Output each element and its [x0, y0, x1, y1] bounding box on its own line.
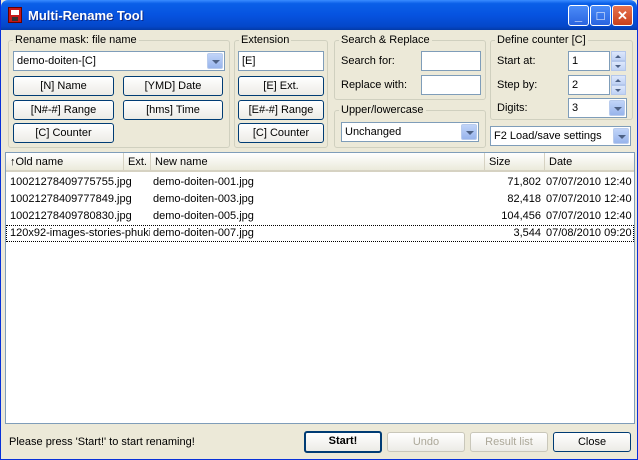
step-by-label: Step by: [497, 79, 538, 91]
date-cell: 07/08/2010 09:20 [546, 227, 632, 239]
search-for-label: Search for: [341, 55, 395, 67]
date-cell: 07/07/2010 12:40 [546, 193, 632, 205]
table-row[interactable]: 10021278409780830.jpg demo-doiten-005.jp… [6, 208, 634, 225]
digits-selected-value: 3 [572, 102, 579, 114]
close-button[interactable]: Close [553, 432, 631, 452]
column-date[interactable]: Date [545, 153, 634, 172]
column-size[interactable]: Size [485, 153, 545, 172]
load-save-settings-select[interactable]: F2 Load/save settings [490, 126, 631, 146]
step-by-spinner[interactable] [611, 75, 626, 95]
table-row[interactable]: 10021278409777849.jpg demo-doiten-003.jp… [6, 191, 634, 208]
case-legend: Upper/lowercase [341, 104, 424, 116]
date-cell: 07/07/2010 12:40 [546, 176, 632, 188]
undo-button[interactable]: Undo [387, 432, 465, 452]
spin-up-icon[interactable] [611, 51, 626, 61]
window-title: Multi-Rename Tool [28, 8, 144, 23]
spin-down-icon[interactable] [611, 61, 626, 71]
status-message: Please press 'Start!' to start renaming! [9, 436, 195, 448]
column-old-name[interactable]: ↑Old name [6, 153, 124, 172]
new-name-cell: demo-doiten-003.jpg [153, 193, 254, 205]
column-old-name-label: Old name [15, 156, 64, 168]
column-new-name[interactable]: New name [151, 153, 485, 172]
rename-mask-combo[interactable]: demo-doiten-[C] [13, 51, 225, 71]
size-cell: 104,456 [501, 210, 541, 222]
old-name-cell: 10021278409775755.jpg [10, 176, 132, 188]
file-list[interactable]: ↑Old name Ext. New name Size Date 100212… [5, 152, 635, 424]
result-list-button[interactable]: Result list [470, 432, 548, 452]
size-cell: 82,418 [507, 193, 541, 205]
floppy-disk-icon [8, 7, 22, 23]
extension-legend: Extension [241, 34, 290, 46]
multi-rename-window: Multi-Rename Tool _ □ ✕ Rename mask: fil… [0, 0, 638, 460]
new-name-cell: demo-doiten-001.jpg [153, 176, 254, 188]
old-name-cell: 120x92-images-stories-phuki... [10, 227, 150, 239]
title-bar[interactable]: Multi-Rename Tool _ □ ✕ [1, 0, 637, 30]
chevron-down-icon[interactable] [207, 53, 223, 69]
start-at-spinner[interactable] [611, 51, 626, 71]
new-name-cell: demo-doiten-007.jpg [153, 227, 254, 239]
insert-time-button[interactable]: [hms] Time [123, 100, 223, 120]
table-row[interactable]: 10021278409775755.jpg demo-doiten-001.jp… [6, 174, 634, 191]
rename-mask-legend: Rename mask: file name [15, 34, 137, 46]
size-cell: 3,544 [513, 227, 541, 239]
old-name-cell: 10021278409777849.jpg [10, 193, 132, 205]
start-button[interactable]: Start! [304, 431, 382, 453]
spin-up-icon[interactable] [611, 75, 626, 85]
close-window-button[interactable]: ✕ [612, 5, 633, 26]
start-at-label: Start at: [497, 55, 536, 67]
insert-name-range-button[interactable]: [N#-#] Range [13, 100, 114, 120]
insert-counter-button[interactable]: [C] Counter [13, 123, 114, 143]
rename-mask-value: demo-doiten-[C] [17, 55, 96, 67]
insert-ext-counter-button[interactable]: [C] Counter [238, 123, 324, 143]
maximize-button[interactable]: □ [590, 5, 611, 26]
insert-ext-button[interactable]: [E] Ext. [238, 76, 324, 96]
file-list-header: ↑Old name Ext. New name Size Date [6, 153, 634, 172]
start-at-input[interactable]: 1 [568, 51, 610, 71]
table-row[interactable]: 120x92-images-stories-phuki... demo-doit… [6, 225, 634, 242]
counter-legend: Define counter [C] [497, 34, 586, 46]
replace-with-input[interactable] [421, 75, 481, 95]
chevron-down-icon[interactable] [461, 124, 477, 140]
chevron-down-icon[interactable] [609, 100, 625, 116]
insert-name-button[interactable]: [N] Name [13, 76, 114, 96]
column-ext[interactable]: Ext. [124, 153, 151, 172]
case-selected-value: Unchanged [345, 126, 402, 138]
case-select[interactable]: Unchanged [341, 122, 479, 142]
size-cell: 71,802 [507, 176, 541, 188]
step-by-input[interactable]: 2 [568, 75, 610, 95]
replace-with-label: Replace with: [341, 79, 408, 91]
date-cell: 07/07/2010 12:40 [546, 210, 632, 222]
new-name-cell: demo-doiten-005.jpg [153, 210, 254, 222]
search-for-input[interactable] [421, 51, 481, 71]
minimize-button[interactable]: _ [568, 5, 589, 26]
search-replace-legend: Search & Replace [341, 34, 430, 46]
digits-label: Digits: [497, 102, 528, 114]
settings-selected-value: F2 Load/save settings [494, 130, 602, 142]
old-name-cell: 10021278409780830.jpg [10, 210, 132, 222]
insert-ext-range-button[interactable]: [E#-#] Range [238, 100, 324, 120]
digits-select[interactable]: 3 [568, 98, 627, 118]
chevron-down-icon[interactable] [613, 128, 629, 144]
insert-date-button[interactable]: [YMD] Date [123, 76, 223, 96]
extension-mask-input[interactable]: [E] [238, 51, 324, 71]
spin-down-icon[interactable] [611, 85, 626, 95]
